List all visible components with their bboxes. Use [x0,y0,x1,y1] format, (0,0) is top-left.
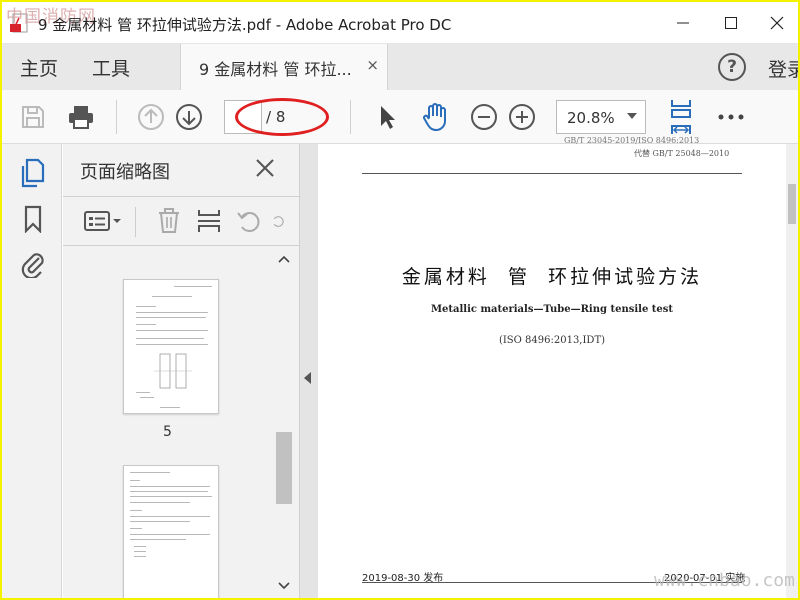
zoom-in-icon[interactable] [507,102,537,132]
page-thumbnails-icon[interactable] [18,158,48,188]
scrollbar-thumb[interactable] [788,184,796,224]
thumb-text-line [130,486,210,487]
previous-page-icon[interactable] [136,102,166,132]
thumb-text-line [130,510,142,511]
bookmark-icon[interactable] [18,204,48,234]
thumb-text-line [152,296,192,297]
thumb-text-line [134,546,146,547]
zoom-dropdown[interactable]: 20.8% [556,100,646,134]
attachment-icon[interactable] [18,248,48,278]
thumb-text-line [136,317,206,318]
thumb-text-line [130,521,190,522]
thumb-figure [154,353,192,389]
chevron-down-icon [627,113,637,119]
delete-page-icon[interactable] [155,207,183,235]
print-icon[interactable] [66,102,96,132]
thumb-text-line [130,491,208,492]
insert-page-icon[interactable] [195,207,223,235]
thumbnail-page-number: 5 [163,424,172,440]
toolbar-separator [350,100,351,134]
close-icon[interactable] [253,156,277,180]
scrollbar-thumb[interactable] [276,432,292,504]
close-window-button[interactable] [754,2,798,44]
save-icon[interactable] [18,102,48,132]
minimize-button[interactable] [660,2,706,44]
thumb-text-line [160,407,180,408]
thumbnail-tools [63,196,300,246]
thumb-text-line [134,551,146,552]
rotate-right-icon[interactable] [271,207,285,235]
page-thumbnail[interactable] [123,279,219,414]
thumb-text-line [136,392,150,393]
doc-header-standard-number: GB/T 23045-2019/ISO 8496:2013 [564,136,700,145]
title-bar: 中国消防网 9 金属材料 管 环拉伸试验方法.pdf - Adobe Acrob… [2,2,798,44]
left-navigation-rail [2,144,62,598]
doc-iso-reference: (ISO 8496:2013,IDT) [498,335,606,346]
doc-english-title: Metallic materials—Tube—Ring tensile tes… [430,304,674,315]
window-title: 9 金属材料 管 环拉伸试验方法.pdf - Adobe Acrobat Pro… [38,16,452,34]
scroll-down-icon[interactable] [278,580,290,592]
document-view[interactable]: GB/T 23045-2019/ISO 8496:2013 代替 GB/T 25… [318,136,786,598]
thumb-text-line [136,312,208,313]
tab-close-icon[interactable]: × [366,56,379,74]
thumb-text-line [140,397,154,398]
thumbnail-options-icon[interactable] [83,207,123,235]
chevron-left-icon [304,372,311,384]
thumbnail-list: 5 [63,247,273,598]
fit-page-icon[interactable] [666,98,696,136]
hand-tool-icon[interactable] [420,102,450,132]
tab-tools[interactable]: 工具 [92,54,130,81]
thumb-text-line [130,539,186,540]
thumb-text-line [136,324,156,325]
thumb-text-line [174,286,212,287]
thumb-text-line [130,516,210,517]
watermark-bottom-right: www.cnbao.com [654,570,795,591]
next-page-icon[interactable] [174,102,204,132]
thumb-text-line [136,306,156,307]
tab-bar: 主页 工具 9 金属材料 管 环拉... × ? 登录 [2,44,798,90]
tab-home[interactable]: 主页 [20,54,58,81]
thumb-text-line [130,502,190,503]
toolbar-separator [116,100,117,134]
thumb-text-line [130,534,210,535]
rotate-left-icon[interactable] [235,207,263,235]
thumb-text-line [136,338,204,339]
thumb-text-line [130,528,142,529]
thumb-text-line [130,480,140,481]
select-cursor-icon[interactable] [372,102,402,132]
thumb-text-line [134,556,146,557]
panel-collapse-handle[interactable] [300,144,318,598]
thumb-text-line [136,330,208,331]
thumb-text-line [130,472,170,473]
doc-title: 金属材料 管 环拉伸试验方法 [401,266,703,288]
doc-header-rule [362,173,742,174]
tab-document-label: 9 金属材料 管 环拉... [199,60,352,79]
maximize-button[interactable] [708,2,754,44]
thumb-text-line [130,496,212,497]
help-button[interactable]: ? [718,53,746,81]
more-tools-icon[interactable] [716,102,746,132]
panel-title: 页面缩略图 [80,162,170,183]
acrobat-window: 中国消防网 9 金属材料 管 环拉伸试验方法.pdf - Adobe Acrob… [2,2,798,598]
thumb-text-line [136,344,208,345]
login-link[interactable]: 登录 [768,55,798,82]
zoom-value: 20.8% [567,109,615,127]
zoom-out-icon[interactable] [469,102,499,132]
doc-replaces-note: 代替 GB/T 25048—2010 [634,149,730,158]
annotation-ellipse [235,98,329,136]
scroll-up-icon[interactable] [278,253,290,265]
document-scrollbar[interactable] [786,144,798,598]
panel-tool-separator [135,207,136,237]
thumbnail-panel: 页面缩略图 5 [63,144,300,598]
page-thumbnail[interactable] [123,465,219,598]
tab-document[interactable]: 9 金属材料 管 环拉... × [180,44,388,90]
thumbnail-scrollbar[interactable] [273,247,295,598]
